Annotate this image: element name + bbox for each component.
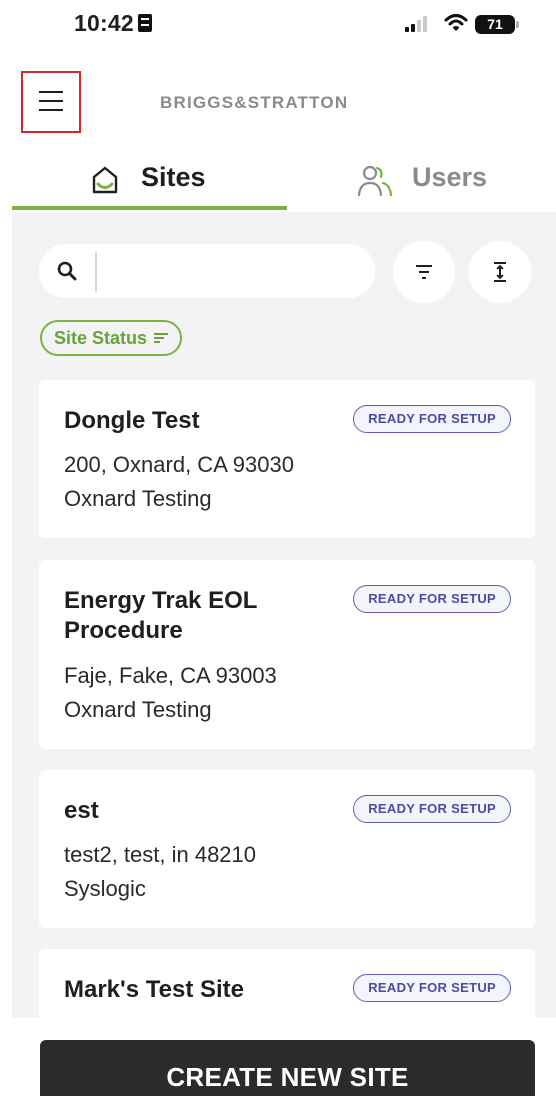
bottom-action-area: CREATE NEW SITE (0, 1018, 556, 1096)
create-new-site-button[interactable]: CREATE NEW SITE (40, 1040, 535, 1096)
sort-button[interactable] (469, 241, 531, 303)
brand-logo: BRIGGS&STRATTON (160, 93, 349, 112)
cellular-signal-icon (405, 16, 427, 32)
site-address: Faje, Fake, CA 93003 (64, 663, 277, 688)
site-address: test2, test, in 48210 (64, 842, 257, 867)
site-card-est[interactable]: est READY FOR SETUP test2, test, in 4821… (39, 770, 535, 928)
tab-bar: Sites Users (0, 150, 556, 212)
search-bar[interactable] (39, 244, 375, 298)
site-name: est (64, 797, 99, 824)
active-tab-indicator (12, 206, 287, 210)
site-group: Syslogic (64, 876, 146, 901)
search-divider (95, 252, 97, 292)
status-badge: READY FOR SETUP (353, 795, 511, 823)
status-badge: READY FOR SETUP (353, 405, 511, 433)
sites-list-panel: Site Status Dongle Test READY FOR SETUP … (12, 212, 556, 1018)
site-status-filter-chip[interactable]: Site Status (40, 320, 183, 356)
status-badge: READY FOR SETUP (353, 974, 511, 1002)
hamburger-menu-button[interactable] (21, 71, 81, 133)
site-address: 200, Oxnard, CA 93030 (64, 452, 294, 477)
battery-icon: 71 (475, 15, 519, 34)
status-bar: 10:42 71 (0, 0, 556, 50)
site-card-dongle-test[interactable]: Dongle Test READY FOR SETUP 200, Oxnard,… (39, 380, 535, 538)
status-time: 10:42 (74, 10, 134, 36)
users-icon (357, 165, 393, 197)
hamburger-icon (39, 91, 63, 111)
filter-lines-icon (154, 333, 169, 344)
tab-users-label: Users (412, 162, 488, 192)
home-icon (92, 166, 118, 194)
search-icon (57, 261, 77, 281)
tab-sites-label: Sites (141, 162, 206, 192)
site-group: Oxnard Testing (64, 486, 212, 511)
site-name: Dongle Test (64, 407, 200, 434)
site-group: Oxnard Testing (64, 697, 212, 722)
wifi-icon (444, 14, 468, 31)
site-name: Energy Trak EOL Procedure (64, 587, 257, 644)
search-input[interactable] (103, 252, 363, 290)
tab-users[interactable]: Users (287, 150, 556, 212)
app-header: BRIGGS&STRATTON (0, 60, 556, 140)
battery-level: 71 (487, 16, 503, 32)
filter-button[interactable] (393, 241, 455, 303)
id-card-icon (138, 14, 152, 32)
site-name: Mark's Test Site (64, 976, 244, 1003)
site-card-energy-trak[interactable]: Energy Trak EOL Procedure READY FOR SETU… (39, 560, 535, 749)
tab-sites[interactable]: Sites (12, 150, 287, 212)
status-indicators: 71 (405, 12, 525, 36)
site-status-chip-label: Site Status (54, 328, 148, 348)
status-badge: READY FOR SETUP (353, 585, 511, 613)
site-card-marks-test-site[interactable]: Mark's Test Site READY FOR SETUP (39, 949, 535, 1018)
filter-icon (416, 265, 432, 279)
vertical-expand-icon (494, 262, 506, 282)
